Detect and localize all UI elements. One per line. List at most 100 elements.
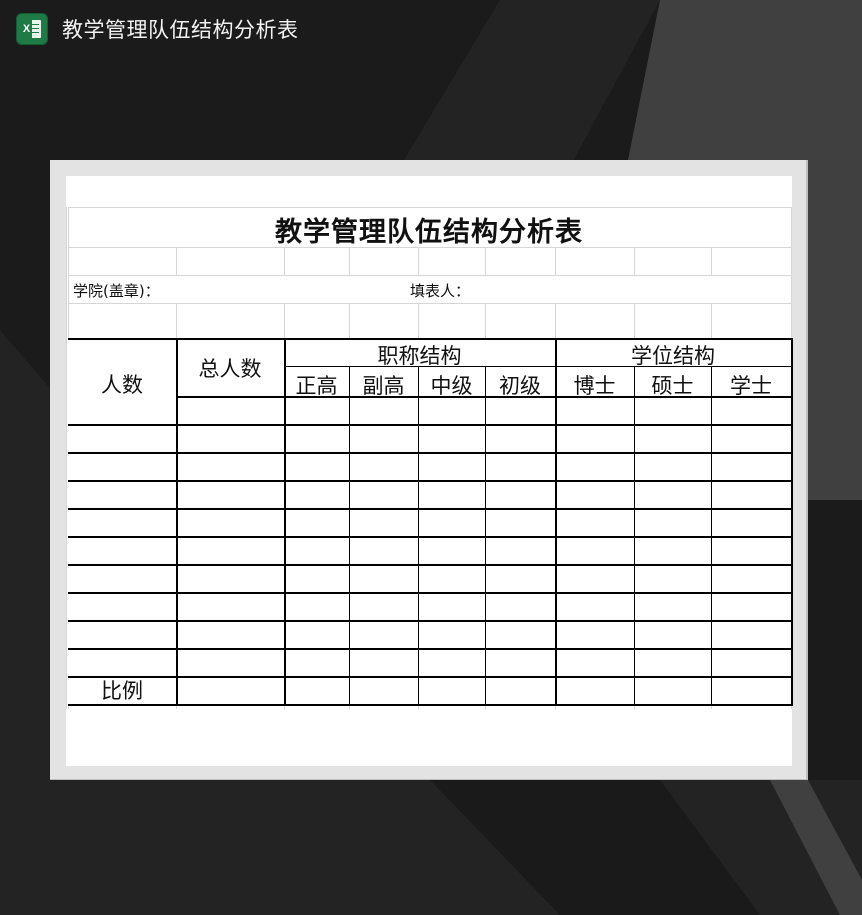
table-cell[interactable] [351,622,417,647]
table-cell[interactable] [286,678,348,703]
row-label-cell[interactable] [68,482,176,508]
table-cell[interactable] [636,566,710,591]
table-cell[interactable] [487,454,554,479]
row-label-cell[interactable] [68,566,176,592]
table-cell[interactable] [351,398,417,423]
table-cell[interactable] [487,398,554,423]
table-cell[interactable] [713,678,790,703]
row-label-cell[interactable] [68,594,176,620]
table-cell[interactable] [557,594,633,619]
row-label-cell[interactable] [68,426,176,452]
table-cell[interactable] [351,594,417,619]
table-cell[interactable] [636,454,710,479]
table-cell[interactable] [178,678,283,703]
table-cell[interactable] [557,650,633,675]
table-cell[interactable] [557,482,633,507]
table-cell[interactable] [286,650,348,675]
table-cell[interactable] [636,650,710,675]
row-label-cell[interactable] [68,454,176,480]
row-label-cell[interactable] [68,538,176,564]
table-cell[interactable] [487,594,554,619]
table-cell[interactable] [713,510,790,535]
table-cell[interactable] [557,426,633,451]
table-cell[interactable] [557,678,633,703]
table-cell[interactable] [351,566,417,591]
table-cell[interactable] [420,510,484,535]
table-cell[interactable] [420,566,484,591]
table-cell[interactable] [487,510,554,535]
table-cell[interactable] [351,538,417,563]
table-cell[interactable] [636,426,710,451]
table-cell[interactable] [286,426,348,451]
table-cell[interactable] [487,650,554,675]
table-cell[interactable] [713,454,790,479]
table-cell[interactable] [351,510,417,535]
table-cell[interactable] [636,398,710,423]
table-cell[interactable] [286,454,348,479]
table-cell[interactable] [420,594,484,619]
table-cell[interactable] [713,566,790,591]
table-cell[interactable] [420,622,484,647]
table-cell[interactable] [557,398,633,423]
row-label-cell[interactable] [68,622,176,648]
table-cell[interactable] [178,622,283,647]
table-cell[interactable] [286,566,348,591]
table-cell[interactable] [487,482,554,507]
table-cell[interactable] [557,538,633,563]
table-cell[interactable] [351,454,417,479]
table-cell[interactable] [351,426,417,451]
table-cell[interactable] [420,398,484,423]
table-cell[interactable] [351,678,417,703]
table-cell[interactable] [178,566,283,591]
table-cell[interactable] [636,678,710,703]
table-cell[interactable] [713,538,790,563]
table-cell[interactable] [636,482,710,507]
table-cell[interactable] [636,594,710,619]
table-cell[interactable] [636,622,710,647]
table-cell[interactable] [713,398,790,423]
table-cell[interactable] [420,650,484,675]
table-cell[interactable] [487,538,554,563]
table-cell[interactable] [487,566,554,591]
table-cell[interactable] [286,594,348,619]
table-cell[interactable] [557,622,633,647]
table-cell[interactable] [420,482,484,507]
table-cell[interactable] [487,622,554,647]
table-cell[interactable] [178,594,283,619]
row-label-cell[interactable] [68,510,176,536]
row-label-cell[interactable] [68,650,176,676]
table-cell[interactable] [178,538,283,563]
table-cell[interactable] [420,454,484,479]
table-cell[interactable] [420,538,484,563]
table-cell[interactable] [178,510,283,535]
table-cell[interactable] [636,538,710,563]
table-cell[interactable] [286,538,348,563]
table-cell[interactable] [286,398,348,423]
table-cell[interactable] [351,482,417,507]
table-cell[interactable] [286,482,348,507]
table-cell[interactable] [178,482,283,507]
spreadsheet: 教学管理队伍结构分析表 学院(盖章)： 填表人： 人数 总人数 职称结构 学位结… [66,176,793,766]
table-cell[interactable] [178,398,283,423]
table-cell[interactable] [487,678,554,703]
table-cell[interactable] [713,426,790,451]
table-cell[interactable] [557,566,633,591]
table-cell[interactable] [713,482,790,507]
table-cell[interactable] [557,454,633,479]
table-cell[interactable] [286,622,348,647]
table-cell[interactable] [487,426,554,451]
table-cell[interactable] [178,650,283,675]
table-cell[interactable] [557,510,633,535]
table-cell[interactable] [286,510,348,535]
table-cell[interactable] [420,426,484,451]
table-cell[interactable] [178,454,283,479]
table-cell[interactable] [420,678,484,703]
table-cell[interactable] [713,650,790,675]
table-cell[interactable] [636,510,710,535]
row-label-ratio[interactable]: 比例 [68,678,176,704]
row-label-cell[interactable] [68,398,176,424]
table-cell[interactable] [713,622,790,647]
table-cell[interactable] [351,650,417,675]
table-cell[interactable] [713,594,790,619]
table-cell[interactable] [178,426,283,451]
